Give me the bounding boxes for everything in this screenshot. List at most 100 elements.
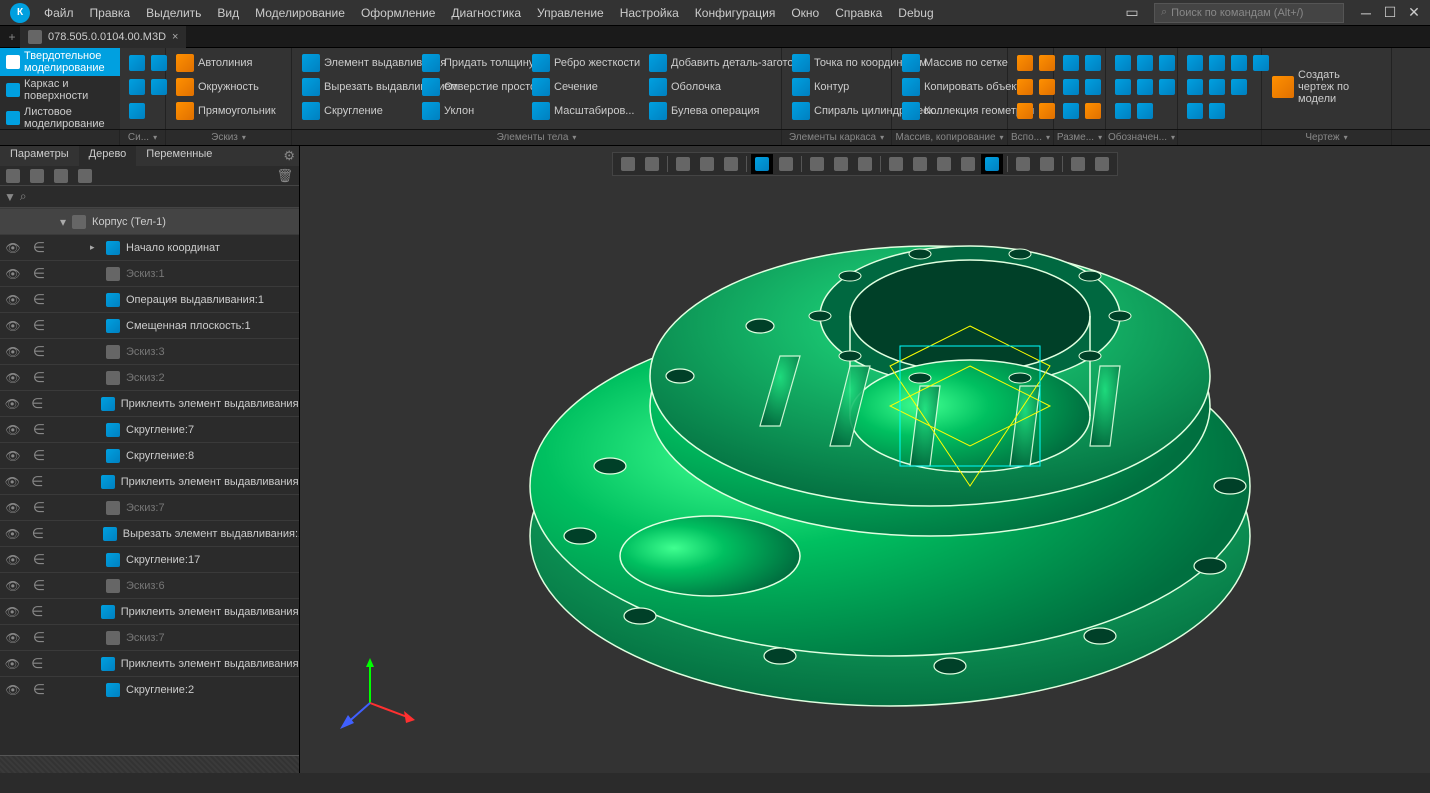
misc-5[interactable] xyxy=(1206,76,1228,98)
save-icon[interactable] xyxy=(126,52,148,74)
dim-3[interactable] xyxy=(1060,100,1082,122)
dim-5[interactable] xyxy=(1082,76,1104,98)
include-icon[interactable]: ∈ xyxy=(26,421,52,438)
vt-8[interactable] xyxy=(806,154,828,174)
group-label-1[interactable]: Эскиз▾ xyxy=(166,130,292,145)
group-label-4[interactable]: Массив, копирование▾ xyxy=(892,130,1008,145)
include-icon[interactable]: ∈ xyxy=(26,317,52,334)
visibility-icon[interactable]: 👁 xyxy=(0,397,25,411)
tree-item-6[interactable]: 👁∈Приклеить элемент выдавливания:1 xyxy=(0,390,299,416)
vt-17[interactable] xyxy=(1036,154,1058,174)
tree-item-13[interactable]: 👁∈Эскиз:6 xyxy=(0,572,299,598)
visibility-icon[interactable]: 👁 xyxy=(0,683,26,697)
side-tab-Параметры[interactable]: Параметры xyxy=(0,146,79,166)
dim-4[interactable] xyxy=(1082,52,1104,74)
menu-файл[interactable]: Файл xyxy=(36,0,82,26)
autoline-button[interactable]: Автолиния xyxy=(172,52,280,74)
group-label-8[interactable] xyxy=(1178,130,1262,145)
boolean-button[interactable]: Булева операция xyxy=(645,100,775,122)
tree-item-14[interactable]: 👁∈Приклеить элемент выдавливания:3 xyxy=(0,598,299,624)
include-icon[interactable]: ∈ xyxy=(26,369,52,386)
ann-4[interactable] xyxy=(1134,52,1156,74)
tree-item-15[interactable]: 👁∈Эскиз:7 xyxy=(0,624,299,650)
vt-12[interactable] xyxy=(909,154,931,174)
include-icon[interactable]: ∈ xyxy=(25,525,50,542)
include-icon[interactable]: ∈ xyxy=(26,681,52,698)
extrude-button[interactable]: Элемент выдавливания xyxy=(298,52,418,74)
misc-2[interactable] xyxy=(1184,76,1206,98)
tree-tool-4[interactable] xyxy=(76,167,94,185)
group-label-9[interactable]: Чертеж▾ xyxy=(1262,130,1392,145)
vt-10[interactable] xyxy=(854,154,876,174)
vt-15[interactable] xyxy=(981,154,1003,174)
tree-item-5[interactable]: 👁∈Эскиз:2 xyxy=(0,364,299,390)
minimize-button[interactable]: ─ xyxy=(1354,5,1378,21)
vt-2[interactable] xyxy=(641,154,663,174)
document-tab[interactable]: 078.505.0.0104.00.M3D × xyxy=(20,26,186,48)
include-icon[interactable]: ∈ xyxy=(25,655,50,672)
aux-1[interactable] xyxy=(1014,52,1036,74)
panel-icon[interactable]: ▭ xyxy=(1120,4,1144,21)
tree-tool-3[interactable] xyxy=(52,167,70,185)
fillet-button[interactable]: Скругление xyxy=(298,100,418,122)
rectangle-button[interactable]: Прямоугольник xyxy=(172,100,280,122)
trash-icon[interactable]: 🗑 xyxy=(276,168,293,184)
visibility-icon[interactable]: 👁 xyxy=(0,449,26,463)
rib-button[interactable]: Ребро жесткости xyxy=(528,52,645,74)
menu-правка[interactable]: Правка xyxy=(82,0,139,26)
vt-11[interactable] xyxy=(885,154,907,174)
gear-icon[interactable]: ⚙ xyxy=(283,148,295,164)
include-icon[interactable]: ∈ xyxy=(26,629,52,646)
menu-моделирование[interactable]: Моделирование xyxy=(247,0,353,26)
ribbon-tab-2[interactable]: Листовое моделирование xyxy=(0,104,120,132)
filter-icon[interactable]: ▼ xyxy=(4,190,16,204)
add-part-button[interactable]: Добавить деталь-загото... xyxy=(645,52,775,74)
misc-8[interactable] xyxy=(1228,76,1250,98)
group-label-2[interactable]: Элементы тела▾ xyxy=(292,130,782,145)
ann-1[interactable] xyxy=(1112,52,1134,74)
axis-gizmo[interactable] xyxy=(340,653,420,733)
menu-настройка[interactable]: Настройка xyxy=(612,0,687,26)
panel-resize-handle[interactable] xyxy=(0,755,299,773)
visibility-icon[interactable]: 👁 xyxy=(0,579,26,593)
visibility-icon[interactable]: 👁 xyxy=(0,657,25,671)
shell-button[interactable]: Оболочка xyxy=(645,76,775,98)
aux-3[interactable] xyxy=(1014,100,1036,122)
include-icon[interactable]: ∈ xyxy=(26,551,52,568)
menu-конфигурация[interactable]: Конфигурация xyxy=(687,0,784,26)
visibility-icon[interactable]: 👁 xyxy=(0,267,26,281)
visibility-icon[interactable]: 👁 xyxy=(0,345,26,359)
ann-3[interactable] xyxy=(1112,100,1134,122)
ann-7[interactable] xyxy=(1156,52,1178,74)
group-label-7[interactable]: Обозначен...▾ xyxy=(1106,130,1178,145)
tree-tool-1[interactable] xyxy=(4,167,22,185)
include-icon[interactable]: ∈ xyxy=(26,447,52,464)
command-search[interactable]: ⌕ Поиск по командам (Alt+/) xyxy=(1154,3,1344,23)
cut-extrude-button[interactable]: Вырезать выдавливанием xyxy=(298,76,418,98)
menu-debug[interactable]: Debug xyxy=(890,0,941,26)
menu-управление[interactable]: Управление xyxy=(529,0,612,26)
draft-button[interactable]: Уклон xyxy=(418,100,528,122)
close-button[interactable]: ✕ xyxy=(1402,4,1426,21)
menu-диагностика[interactable]: Диагностика xyxy=(443,0,529,26)
visibility-icon[interactable]: 👁 xyxy=(0,501,26,515)
misc-4[interactable] xyxy=(1206,52,1228,74)
tree-item-1[interactable]: 👁∈Эскиз:1 xyxy=(0,260,299,286)
section-button[interactable]: Сечение xyxy=(528,76,645,98)
include-icon[interactable]: ∈ xyxy=(25,395,50,412)
ann-2[interactable] xyxy=(1112,76,1134,98)
visibility-icon[interactable]: 👁 xyxy=(0,605,25,619)
dim-2[interactable] xyxy=(1060,76,1082,98)
menu-выделить[interactable]: Выделить xyxy=(138,0,209,26)
thicken-button[interactable]: Придать толщину xyxy=(418,52,528,74)
ann-5[interactable] xyxy=(1134,76,1156,98)
hole-button[interactable]: Отверстие простое xyxy=(418,76,528,98)
vt-5[interactable] xyxy=(720,154,742,174)
tree-item-3[interactable]: 👁∈Смещенная плоскость:1 xyxy=(0,312,299,338)
misc-7[interactable] xyxy=(1228,52,1250,74)
menu-вид[interactable]: Вид xyxy=(209,0,247,26)
ribbon-tab-1[interactable]: Каркас и поверхности xyxy=(0,76,120,104)
visibility-icon[interactable]: 👁 xyxy=(0,371,26,385)
group-label-6[interactable]: Разме...▾ xyxy=(1054,130,1106,145)
side-tab-Переменные[interactable]: Переменные xyxy=(136,146,222,166)
